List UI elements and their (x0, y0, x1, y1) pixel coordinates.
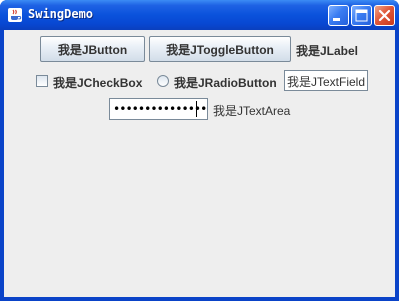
jcheckbox-box[interactable] (36, 75, 48, 87)
maximize-button[interactable] (351, 5, 372, 26)
maximize-icon (355, 9, 368, 22)
close-button[interactable] (374, 5, 395, 26)
content-pane: 我是JButton 我是JToggleButton 我是JLabel 我是JCh… (4, 30, 395, 297)
jlabel: 我是JLabel (296, 44, 359, 58)
jradiobutton-label[interactable]: 我是JRadioButton (174, 74, 277, 91)
jtextarea[interactable]: 我是JTextArea (213, 102, 290, 119)
minimize-button[interactable] (328, 5, 349, 26)
jtogglebutton[interactable]: 我是JToggleButton (149, 36, 291, 62)
minimize-icon (333, 18, 340, 21)
jbutton[interactable]: 我是JButton (40, 36, 145, 62)
jradiobutton-circle[interactable] (157, 75, 169, 87)
close-icon (378, 9, 391, 22)
jcheckbox-label[interactable]: 我是JCheckBox (53, 74, 142, 91)
title-bar[interactable]: SwingDemo (0, 0, 399, 30)
java-cup-icon[interactable] (7, 7, 23, 23)
jtextfield[interactable]: 我是JTextField (284, 70, 368, 91)
text-caret (196, 101, 197, 117)
jpasswordfield[interactable]: •••••••••••••••• (109, 98, 208, 120)
window-title: SwingDemo (28, 7, 94, 21)
swing-demo-window: SwingDemo 我是JButton 我是JToggleButton 我是JL… (0, 0, 399, 301)
password-mask: •••••••••••••••• (113, 102, 208, 116)
